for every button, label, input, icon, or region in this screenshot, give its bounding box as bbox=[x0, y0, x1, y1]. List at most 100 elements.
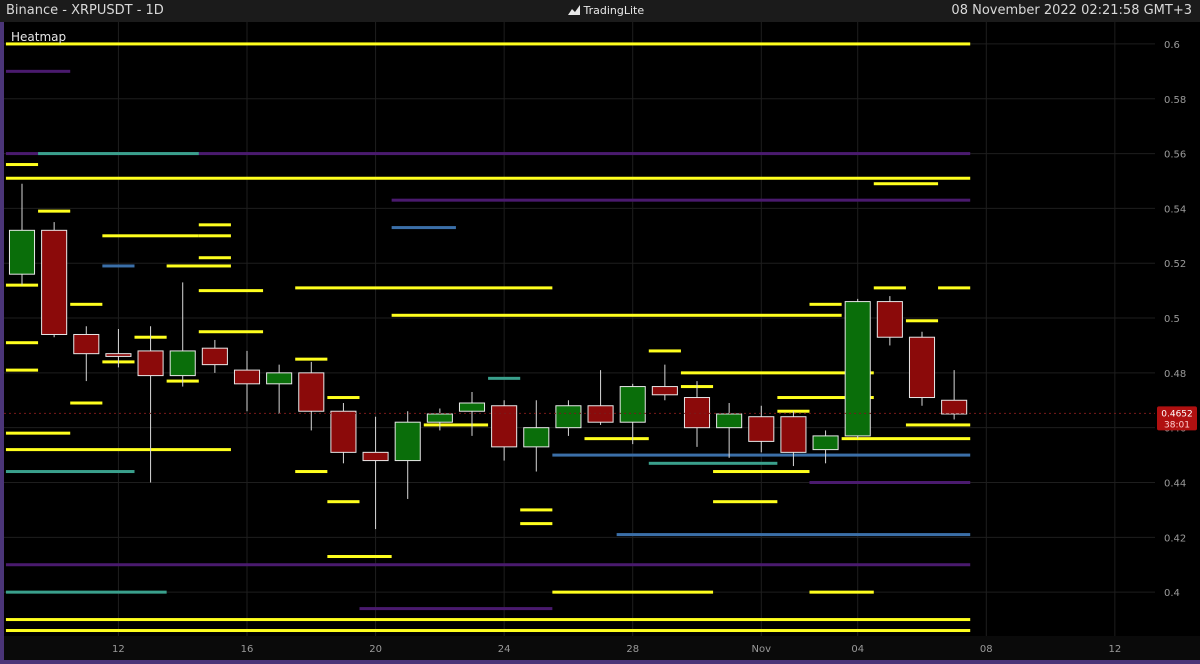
price-chart[interactable]: 0.40.420.440.460.480.50.520.540.560.580.… bbox=[0, 22, 1200, 664]
chart-window: Binance - XRPUSDT - 1D TradingLite 08 No… bbox=[0, 0, 1200, 664]
candle-down bbox=[587, 405, 614, 423]
heatmap-level bbox=[5, 629, 971, 633]
heatmap-level bbox=[198, 289, 264, 293]
heatmap-level bbox=[5, 163, 39, 167]
heatmap-level bbox=[38, 152, 199, 156]
candle-up bbox=[169, 350, 196, 377]
candle-up bbox=[426, 413, 453, 423]
heatmap-level bbox=[295, 286, 553, 290]
heatmap-level bbox=[873, 286, 906, 290]
candle-up bbox=[266, 372, 293, 385]
candle-down bbox=[748, 416, 775, 442]
price-tick-label: 0.44 bbox=[1164, 479, 1186, 490]
date-tick-label: Nov bbox=[752, 644, 772, 655]
candle-up bbox=[394, 421, 421, 462]
heatmap-level bbox=[5, 341, 39, 345]
heatmap-level bbox=[391, 198, 971, 202]
candle-down bbox=[876, 301, 903, 338]
price-tick-label: 0.4 bbox=[1164, 588, 1180, 599]
candle-up bbox=[8, 229, 36, 275]
last-price-label: 0.4652 bbox=[1161, 409, 1193, 419]
heatmap-level bbox=[5, 448, 231, 452]
heatmap-level bbox=[198, 234, 231, 238]
time-axis-background bbox=[4, 636, 1200, 660]
date-tick-label: 04 bbox=[851, 644, 864, 655]
heatmap-level bbox=[648, 461, 778, 465]
heatmap-level bbox=[5, 69, 71, 73]
candle-down bbox=[683, 397, 711, 429]
heatmap-level bbox=[166, 264, 231, 268]
candle-down bbox=[137, 350, 164, 377]
heatmap-level bbox=[809, 481, 971, 484]
heatmap-level bbox=[713, 470, 810, 474]
candle-up bbox=[619, 386, 646, 423]
candle-down bbox=[651, 386, 678, 396]
heatmap-level bbox=[520, 508, 553, 512]
heatmap-level bbox=[938, 286, 971, 290]
candle-down bbox=[201, 347, 228, 366]
candle-up bbox=[523, 427, 550, 448]
plot-background bbox=[4, 22, 1155, 636]
heatmap-level bbox=[391, 313, 842, 317]
heatmap-level bbox=[198, 330, 264, 334]
heatmap-level bbox=[198, 256, 231, 260]
candle-down bbox=[491, 405, 518, 448]
price-tick-label: 0.42 bbox=[1164, 533, 1186, 544]
heatmap-level bbox=[102, 264, 135, 268]
heatmap-level bbox=[5, 470, 135, 474]
heatmap-level bbox=[423, 423, 489, 427]
heatmap-level bbox=[873, 182, 939, 186]
heatmap-level bbox=[5, 618, 971, 622]
candle-down bbox=[780, 416, 807, 453]
price-tick-label: 0.48 bbox=[1164, 369, 1186, 380]
candle-down bbox=[73, 333, 100, 355]
heatmap-level bbox=[520, 522, 553, 526]
candle-down bbox=[105, 353, 132, 357]
heatmap-level bbox=[5, 563, 971, 567]
heatmap-level bbox=[648, 349, 681, 353]
candle-down bbox=[233, 369, 261, 385]
candle-down bbox=[362, 451, 389, 462]
price-tick-label: 0.54 bbox=[1164, 204, 1186, 215]
date-tick-label: 24 bbox=[498, 644, 511, 655]
candle-down bbox=[908, 336, 936, 399]
heatmap-level bbox=[552, 453, 971, 457]
heatmap-level bbox=[327, 555, 392, 559]
heatmap-level bbox=[295, 470, 328, 474]
heatmap-level bbox=[5, 368, 39, 372]
heatmap-level bbox=[809, 590, 874, 594]
panel-label: Heatmap bbox=[11, 30, 66, 44]
price-tick-label: 0.5 bbox=[1164, 314, 1180, 325]
price-tick-label: 0.52 bbox=[1164, 259, 1186, 270]
heatmap-level bbox=[488, 376, 521, 380]
price-tick-label: 0.58 bbox=[1164, 95, 1186, 106]
heatmap-level bbox=[809, 302, 842, 306]
heatmap-level bbox=[841, 437, 971, 441]
price-tick-label: 0.56 bbox=[1164, 150, 1186, 161]
heatmap-level bbox=[5, 590, 167, 594]
heatmap-level bbox=[359, 607, 553, 611]
heatmap-level bbox=[552, 590, 714, 594]
heatmap-level bbox=[713, 500, 778, 504]
candle-countdown-label: 38:01 bbox=[1164, 420, 1190, 430]
date-tick-label: 12 bbox=[112, 644, 125, 655]
candle-down bbox=[41, 229, 68, 335]
header-timestamp: 08 November 2022 02:21:58 GMT+3 bbox=[951, 3, 1192, 18]
date-tick-label: 12 bbox=[1108, 644, 1121, 655]
heatmap-level bbox=[5, 431, 71, 435]
brand-name: TradingLite bbox=[583, 4, 645, 17]
candle-up bbox=[812, 435, 839, 451]
heatmap-level bbox=[327, 396, 360, 400]
heatmap-level bbox=[70, 302, 103, 306]
heatmap-level bbox=[905, 319, 939, 323]
candle-up bbox=[844, 301, 871, 437]
price-tick-label: 0.6 bbox=[1164, 40, 1180, 51]
symbol-title[interactable]: Binance - XRPUSDT - 1D bbox=[6, 3, 164, 18]
heatmap-level bbox=[5, 176, 971, 180]
tradinglite-icon bbox=[568, 5, 580, 15]
top-bar: Binance - XRPUSDT - 1D TradingLite 08 No… bbox=[0, 0, 1200, 22]
brand-logo: TradingLite bbox=[568, 4, 644, 17]
date-tick-label: 28 bbox=[626, 644, 639, 655]
candle-up bbox=[555, 405, 582, 429]
heatmap-level bbox=[38, 209, 71, 213]
